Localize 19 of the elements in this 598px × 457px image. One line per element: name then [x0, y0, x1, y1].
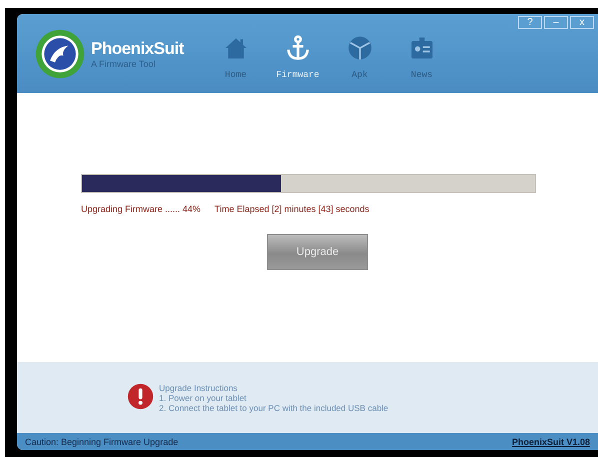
- instruction-step: 2. Connect the tablet to your PC with the included USB cable: [159, 403, 388, 413]
- help-button[interactable]: ?: [518, 16, 542, 29]
- app-tagline: A Firmware Tool: [91, 58, 156, 68]
- instructions-title: Upgrade Instructions: [159, 383, 238, 393]
- nav-tab[interactable]: News: [394, 34, 450, 80]
- minimize-button[interactable]: –: [544, 16, 568, 29]
- close-button[interactable]: x: [570, 16, 594, 29]
- status-message: Caution: Beginning Firmware Upgrade: [25, 436, 178, 446]
- cube-icon: [346, 34, 374, 62]
- nav-tab[interactable]: Home: [208, 34, 264, 80]
- warning-icon: [127, 383, 154, 410]
- nav-tab[interactable]: Apk: [332, 34, 388, 80]
- nav-tab[interactable]: Firmware: [270, 34, 326, 80]
- logo-icon: [35, 28, 85, 78]
- elapsed-time: Time Elapsed [2] minutes [43] seconds: [214, 204, 370, 214]
- version-label: PhoenixSuit V1.08: [512, 436, 590, 446]
- app-name: PhoenixSuit: [91, 38, 184, 58]
- progress-status: Upgrading Firmware ...... 44%: [81, 204, 201, 214]
- instruction-step: 1. Power on your tablet: [159, 393, 388, 403]
